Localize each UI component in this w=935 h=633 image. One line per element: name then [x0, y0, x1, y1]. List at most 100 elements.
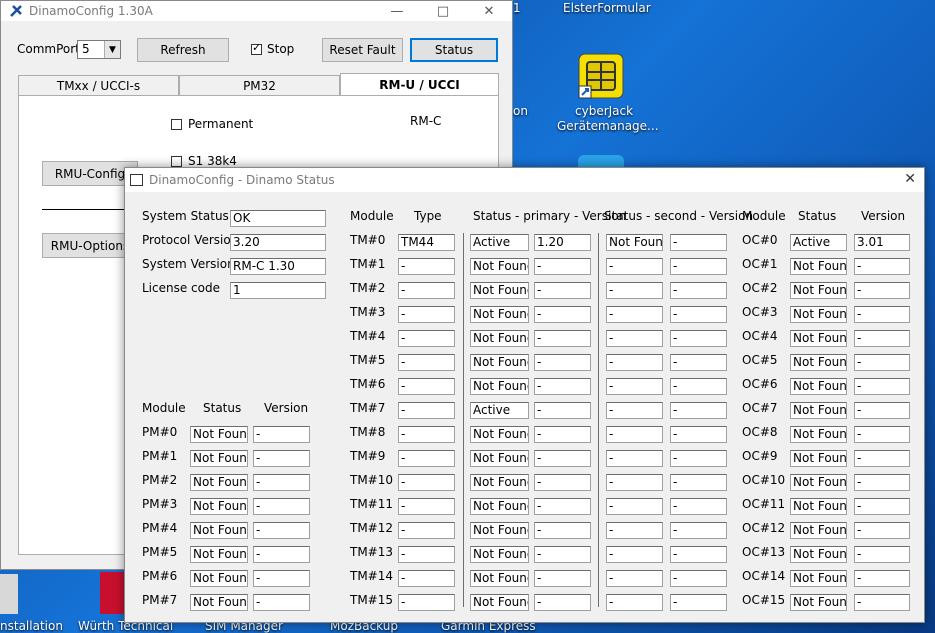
pm-version-field[interactable]: - [253, 426, 310, 443]
tm-second-status-field[interactable]: - [606, 378, 663, 395]
tm-second-status-field[interactable]: - [606, 258, 663, 275]
oc-version-field[interactable]: - [854, 450, 910, 467]
oc-version-field[interactable]: - [854, 306, 910, 323]
oc-status-field[interactable]: Not Found [790, 522, 847, 539]
pm-status-field[interactable]: Not Found [190, 570, 248, 587]
tm-primary-status-field[interactable]: Not Found [470, 546, 529, 563]
tm-type-field[interactable]: - [398, 354, 455, 371]
tm-second-version-field[interactable]: - [670, 402, 727, 419]
oc-version-field[interactable]: - [854, 546, 910, 563]
tm-type-field[interactable]: - [398, 546, 455, 563]
oc-status-field[interactable]: Not Found [790, 546, 847, 563]
tm-type-field[interactable]: - [398, 450, 455, 467]
pm-status-field[interactable]: Not Found [190, 594, 248, 611]
tab-rm-u-ucci[interactable]: RM-U / UCCI [340, 73, 499, 96]
tm-primary-version-field[interactable]: - [534, 570, 591, 587]
oc-status-field[interactable]: Not Found [790, 378, 847, 395]
commport-select[interactable]: 5 ▼ [77, 40, 121, 59]
tm-primary-status-field[interactable]: Not Found [470, 426, 529, 443]
tm-second-status-field[interactable]: - [606, 498, 663, 515]
tm-second-version-field[interactable]: - [670, 354, 727, 371]
pm-status-field[interactable]: Not Found [190, 426, 248, 443]
installer-icon[interactable] [0, 574, 18, 614]
desktop-label-cyberjack-2[interactable]: Gerätemanage... [557, 119, 659, 133]
pm-version-field[interactable]: - [253, 594, 310, 611]
close-icon[interactable]: ✕ [904, 171, 916, 187]
oc-status-field[interactable]: Not Found [790, 282, 847, 299]
tm-type-field[interactable]: - [398, 474, 455, 491]
chevron-down-icon[interactable]: ▼ [104, 41, 120, 58]
pm-version-field[interactable]: - [253, 522, 310, 539]
tm-second-version-field[interactable]: - [670, 234, 727, 251]
oc-status-field[interactable]: Not Found [790, 258, 847, 275]
maximize-icon[interactable]: □ [420, 1, 466, 21]
pm-version-field[interactable]: - [253, 570, 310, 587]
main-title-bar[interactable]: DinamoConfig 1.30A — □ ✕ [1, 1, 512, 21]
oc-status-field[interactable]: Not Found [790, 402, 847, 419]
tm-primary-status-field[interactable]: Active [470, 402, 529, 419]
oc-status-field[interactable]: Not Found [790, 594, 847, 611]
tm-second-status-field[interactable]: - [606, 522, 663, 539]
tm-second-version-field[interactable]: - [670, 546, 727, 563]
refresh-button[interactable]: Refresh [137, 38, 229, 62]
tm-primary-status-field[interactable]: Not Found [470, 570, 529, 587]
tm-second-version-field[interactable]: - [670, 594, 727, 611]
tm-primary-version-field[interactable]: - [534, 354, 591, 371]
oc-status-field[interactable]: Not Found [790, 426, 847, 443]
tm-primary-version-field[interactable]: - [534, 474, 591, 491]
pm-version-field[interactable]: - [253, 450, 310, 467]
tm-type-field[interactable]: - [398, 378, 455, 395]
status-title-bar[interactable]: DinamoConfig - Dinamo Status ✕ [125, 168, 924, 192]
tm-second-version-field[interactable]: - [670, 282, 727, 299]
tm-type-field[interactable]: - [398, 498, 455, 515]
tm-second-version-field[interactable]: - [670, 330, 727, 347]
oc-version-field[interactable]: - [854, 378, 910, 395]
pm-status-field[interactable]: Not Found [190, 522, 248, 539]
tm-second-version-field[interactable]: - [670, 426, 727, 443]
system-status-field[interactable]: OK [230, 210, 326, 227]
tm-second-status-field[interactable]: - [606, 402, 663, 419]
permanent-checkbox[interactable] [171, 119, 182, 130]
tab-tmxx-ucci-s[interactable]: TMxx / UCCI-s [18, 75, 179, 95]
minimize-icon[interactable]: — [374, 1, 420, 21]
tm-primary-status-field[interactable]: Not Found [470, 474, 529, 491]
pm-status-field[interactable]: Not Found [190, 450, 248, 467]
oc-status-field[interactable]: Active [790, 234, 847, 251]
tm-second-version-field[interactable]: - [670, 570, 727, 587]
tm-second-version-field[interactable]: - [670, 474, 727, 491]
oc-version-field[interactable]: - [854, 402, 910, 419]
tm-primary-status-field[interactable]: Not Found [470, 354, 529, 371]
tm-second-version-field[interactable]: - [670, 498, 727, 515]
reset-fault-button[interactable]: Reset Fault [322, 38, 403, 62]
tab-pm32[interactable]: PM32 [179, 75, 340, 95]
oc-version-field[interactable]: - [854, 426, 910, 443]
oc-version-field[interactable]: - [854, 522, 910, 539]
tm-second-status-field[interactable]: - [606, 330, 663, 347]
tm-primary-status-field[interactable]: Not Found [470, 522, 529, 539]
cyberjack-icon[interactable] [577, 52, 625, 100]
oc-status-field[interactable]: Not Found [790, 306, 847, 323]
protocol-version-field[interactable]: 3.20 [230, 234, 326, 251]
tm-primary-status-field[interactable]: Active [470, 234, 529, 251]
tm-primary-version-field[interactable]: - [534, 546, 591, 563]
tm-type-field[interactable]: - [398, 258, 455, 275]
system-version-field[interactable]: RM-C 1.30 [230, 258, 326, 275]
tm-type-field[interactable]: - [398, 282, 455, 299]
wurth-icon[interactable] [100, 572, 124, 614]
license-code-field[interactable]: 1 [230, 282, 326, 299]
tm-type-field[interactable]: TM44 [398, 234, 455, 251]
pm-status-field[interactable]: Not Found [190, 474, 248, 491]
tm-primary-version-field[interactable]: - [534, 378, 591, 395]
tm-primary-version-field[interactable]: - [534, 522, 591, 539]
oc-version-field[interactable]: - [854, 474, 910, 491]
pm-version-field[interactable]: - [253, 498, 310, 515]
tm-second-version-field[interactable]: - [670, 258, 727, 275]
tm-primary-status-field[interactable]: Not Found [470, 258, 529, 275]
tm-primary-version-field[interactable]: - [534, 330, 591, 347]
tm-second-version-field[interactable]: - [670, 522, 727, 539]
tm-primary-status-field[interactable]: Not Found [470, 330, 529, 347]
oc-status-field[interactable]: Not Found [790, 450, 847, 467]
tm-primary-status-field[interactable]: Not Found [470, 450, 529, 467]
tm-primary-status-field[interactable]: Not Found [470, 594, 529, 611]
oc-version-field[interactable]: 3.01 [854, 234, 910, 251]
